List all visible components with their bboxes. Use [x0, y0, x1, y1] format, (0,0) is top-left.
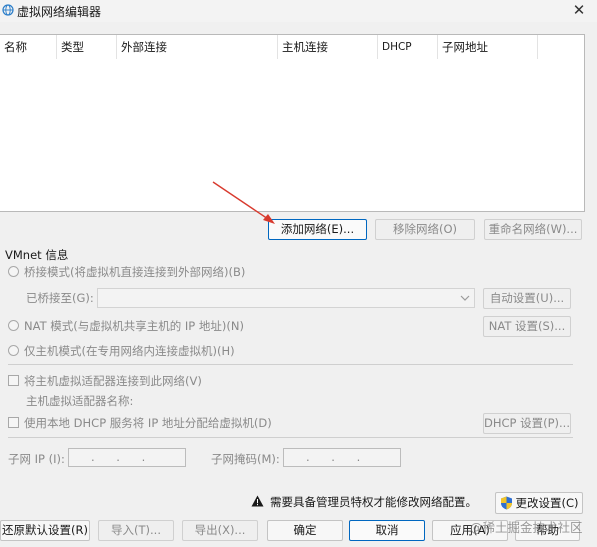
column-header-host[interactable]: 主机连接 [278, 35, 378, 59]
dhcp-label: 使用本地 DHCP 服务将 IP 地址分配给虚拟机(D) [24, 416, 272, 430]
vmnet-info-label: VMnet 信息 [5, 248, 69, 262]
subnet-mask-label: 子网掩码(M): [211, 452, 280, 466]
column-header-subnet[interactable]: 子网地址 [438, 35, 538, 59]
host-only-radio[interactable] [8, 345, 19, 356]
bridged-to-select[interactable] [97, 288, 475, 308]
bridged-radio[interactable] [8, 266, 19, 277]
change-settings-button[interactable]: 更改设置(C) [495, 492, 583, 514]
column-header-external[interactable]: 外部连接 [117, 35, 278, 59]
network-list[interactable]: 名称 类型 外部连接 主机连接 DHCP 子网地址 [0, 34, 585, 212]
auto-settings-button[interactable]: 自动设置(U)... [483, 288, 571, 309]
network-globe-icon [2, 4, 14, 16]
add-network-button[interactable]: 添加网络(E)... [268, 219, 367, 240]
nat-settings-button[interactable]: NAT 设置(S)... [483, 316, 571, 337]
admin-warning-text: 需要具备管理员特权才能修改网络配置。 [270, 495, 477, 509]
window-title: 虚拟网络编辑器 [17, 5, 102, 19]
column-header-dhcp[interactable]: DHCP [378, 35, 438, 59]
host-only-radio-label: 仅主机模式(在专用网络内连接虚拟机)(H) [24, 344, 235, 358]
rename-network-button[interactable]: 重命名网络(W)... [484, 219, 582, 240]
cancel-button[interactable]: 取消 [349, 520, 425, 541]
bridged-to-label: 已桥接至(G): [26, 291, 94, 305]
adapter-name-label: 主机虚拟适配器名称: [26, 394, 134, 408]
bridged-radio-label: 桥接模式(将虚拟机直接连接到外部网络)(B) [24, 265, 246, 279]
close-icon[interactable]: ✕ [568, 0, 590, 20]
connect-adapter-checkbox[interactable] [8, 375, 19, 386]
import-button[interactable]: 导入(T)... [98, 520, 174, 541]
subnet-mask-value: . . . [306, 450, 361, 464]
restore-defaults-button[interactable]: 还原默认设置(R) [0, 520, 90, 541]
warning-icon [251, 495, 264, 507]
subnet-mask-input[interactable]: . . . [283, 448, 401, 467]
nat-radio[interactable] [8, 320, 19, 331]
chevron-down-icon [460, 295, 470, 301]
annotation-arrow-icon [212, 181, 275, 224]
divider [8, 437, 573, 438]
title-bar: 虚拟网络编辑器 ✕ [0, 0, 597, 22]
subnet-ip-value: . . . [91, 450, 146, 464]
nat-radio-label: NAT 模式(与虚拟机共享主机的 IP 地址)(N) [24, 319, 244, 333]
dhcp-settings-button[interactable]: DHCP 设置(P)... [483, 413, 571, 434]
dhcp-checkbox[interactable] [8, 417, 19, 428]
watermark: @稀土掘金技术社区 [470, 520, 583, 535]
change-settings-label: 更改设置(C) [515, 496, 579, 510]
export-button[interactable]: 导出(X)... [182, 520, 258, 541]
subnet-ip-input[interactable]: . . . [68, 448, 186, 467]
column-header-type[interactable]: 类型 [57, 35, 117, 59]
ok-button[interactable]: 确定 [267, 520, 343, 541]
subnet-ip-label: 子网 IP (I): [8, 452, 65, 466]
column-header-name[interactable]: 名称 [0, 35, 57, 59]
connect-adapter-label: 将主机虚拟适配器连接到此网络(V) [24, 374, 202, 388]
uac-shield-icon [501, 496, 512, 510]
divider [8, 364, 573, 365]
remove-network-button[interactable]: 移除网络(O) [375, 219, 475, 240]
